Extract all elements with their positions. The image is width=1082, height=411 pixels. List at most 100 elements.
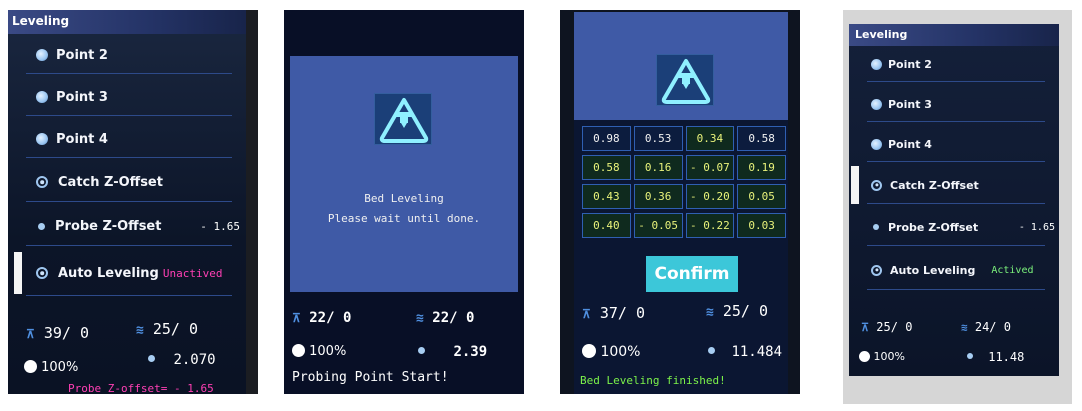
fan-icon xyxy=(292,344,305,357)
mesh-cell: 0.98 xyxy=(582,126,631,151)
menu-label: Point 4 xyxy=(888,137,932,151)
mesh-cell: - 0.05 xyxy=(633,213,683,238)
z-position-value: 2.070 xyxy=(173,352,216,368)
menu-label: Point 4 xyxy=(56,131,108,147)
z-axis-readout: ⊼ 25/ 0 xyxy=(861,320,912,334)
screen-3-display: 0.98 0.53 0.34 0.58 0.58 0.16- 0.07 0.19 0.43 0.… xyxy=(574,12,788,394)
z-value: 37/ 0 xyxy=(599,304,645,322)
point-bullet-icon xyxy=(36,133,48,145)
menu-item-point-3[interactable]: Point 3 xyxy=(8,78,246,116)
z-axis-icon: ⊼ xyxy=(292,311,301,325)
auto-leveling-status: Unactived xyxy=(162,266,223,280)
z-position-readout: 11.484 xyxy=(708,344,782,360)
fan-value: 100% xyxy=(600,344,641,360)
probe-logo-icon xyxy=(374,93,432,145)
z-axis-icon: ⊼ xyxy=(26,327,35,341)
fan-readout: 100% xyxy=(859,350,905,363)
menu-label: Catch Z-Offset xyxy=(890,178,979,192)
point-bullet-icon xyxy=(36,49,48,61)
leveling-header: Leveling xyxy=(8,10,246,34)
mesh-cell: - 0.07 xyxy=(685,155,735,180)
menu-item-point-4[interactable]: Point 4 xyxy=(8,120,246,158)
bed-value: 25/ 0 xyxy=(152,320,199,338)
screen-3-photo: 0.98 0.53 0.34 0.58 0.58 0.16- 0.07 0.19 0.43 0.… xyxy=(560,10,800,394)
fan-icon xyxy=(582,344,596,358)
z-position-readout: 11.48 xyxy=(967,350,1024,364)
bed-temp-readout: ≋ 22/ 0 xyxy=(416,310,474,326)
z-axis-icon: ⊼ xyxy=(861,321,870,334)
z-axis-readout: ⊼ 22/ 0 xyxy=(292,310,351,326)
menu-label: Probe Z-Offset xyxy=(55,218,162,234)
z-value: 25/ 0 xyxy=(876,320,913,334)
mesh-cell: 0.05 xyxy=(737,184,786,209)
bed-temp-readout: ≋ 25/ 0 xyxy=(706,302,768,320)
menu-label: Point 2 xyxy=(888,57,932,71)
mesh-cell: - 0.22 xyxy=(685,213,735,238)
point-bullet-icon xyxy=(871,98,882,110)
fan-value: 100% xyxy=(41,360,79,375)
z-position-icon xyxy=(967,353,973,359)
bed-heat-icon: ≋ xyxy=(706,305,714,320)
leveling-dialog: Bed Leveling Please wait until done. xyxy=(290,56,518,292)
fan-icon xyxy=(859,351,870,362)
dialog-title: Bed Leveling xyxy=(364,192,444,205)
z-position-icon xyxy=(148,355,155,362)
probe-logo-icon xyxy=(656,54,714,106)
menu-label: Point 3 xyxy=(888,97,932,111)
fan-readout: 100% xyxy=(24,360,78,375)
z-position-value: 11.48 xyxy=(988,350,1025,364)
mesh-cell: 0.19 xyxy=(737,155,786,180)
bed-value: 24/ 0 xyxy=(974,320,1011,334)
mesh-cell: 0.53 xyxy=(633,126,683,151)
selection-marker xyxy=(851,166,859,204)
mesh-cell: 0.58 xyxy=(582,155,631,180)
menu-item-auto-leveling[interactable]: Auto Leveling Unactived xyxy=(8,250,246,296)
menu-item-point-2[interactable]: Point 2 xyxy=(849,46,1059,82)
menu-item-point-3[interactable]: Point 3 xyxy=(849,86,1059,122)
radio-ring-icon xyxy=(36,267,48,279)
mesh-cell: 0.16 xyxy=(633,155,683,180)
bed-temp-readout: ≋ 24/ 0 xyxy=(961,320,1011,334)
menu-label: Auto Leveling xyxy=(890,263,976,277)
z-axis-readout: ⊼ 37/ 0 xyxy=(582,304,645,322)
small-dot-icon xyxy=(873,224,879,230)
point-bullet-icon xyxy=(871,58,882,70)
fan-value: 100% xyxy=(873,350,905,363)
z-value: 39/ 0 xyxy=(43,324,89,342)
menu-label: Auto Leveling xyxy=(58,265,159,281)
mesh-cell: - 0.20 xyxy=(685,184,735,209)
menu-item-catch-z-offset[interactable]: Catch Z-Offset xyxy=(849,166,1059,204)
screen-1-photo: Leveling Point 2 Point 3 Point 4 Catch Z… xyxy=(8,10,258,394)
bed-heat-icon: ≋ xyxy=(136,323,144,338)
menu-item-catch-z-offset[interactable]: Catch Z-Offset xyxy=(8,162,246,202)
fan-value: 100% xyxy=(309,344,347,359)
menu-label: Point 2 xyxy=(56,47,108,63)
menu-label: Point 3 xyxy=(56,89,108,105)
bed-value: 25/ 0 xyxy=(722,302,769,320)
menu-item-probe-z-offset[interactable]: Probe Z-Offset - 1.65 xyxy=(8,206,246,246)
z-position-icon xyxy=(708,347,715,354)
mesh-grid: 0.98 0.53 0.34 0.58 0.58 0.16- 0.07 0.19 0.43 0.… xyxy=(582,126,786,238)
z-position-value: 11.484 xyxy=(731,344,783,360)
radio-ring-icon xyxy=(36,176,48,188)
z-position-value: 2.39 xyxy=(453,344,488,360)
menu-item-point-4[interactable]: Point 4 xyxy=(849,126,1059,162)
point-bullet-icon xyxy=(871,138,882,150)
z-position-icon xyxy=(418,347,425,354)
status-footer: Probe Z-offset= - 1.65 xyxy=(68,382,214,394)
probe-z-offset-value: - 1.65 xyxy=(1018,221,1055,233)
leveling-header: Leveling xyxy=(849,24,1059,46)
menu-item-auto-leveling[interactable]: Auto Leveling Actived xyxy=(849,250,1059,290)
menu-item-point-2[interactable]: Point 2 xyxy=(8,36,246,74)
mesh-cell: 0.03 xyxy=(737,213,786,238)
confirm-button[interactable]: Confirm xyxy=(646,256,738,292)
z-position-readout: 2.39 xyxy=(418,344,487,360)
menu-label: Catch Z-Offset xyxy=(58,174,163,190)
z-value: 22/ 0 xyxy=(309,310,352,326)
menu-item-probe-z-offset[interactable]: Probe Z-Offset - 1.65 xyxy=(849,208,1059,246)
probe-z-offset-value: - 1.65 xyxy=(200,219,240,233)
z-axis-readout: ⊼ 39/ 0 xyxy=(26,324,89,342)
radio-ring-icon xyxy=(871,264,882,276)
mesh-cell: 0.36 xyxy=(633,184,683,209)
radio-ring-icon xyxy=(871,179,882,191)
